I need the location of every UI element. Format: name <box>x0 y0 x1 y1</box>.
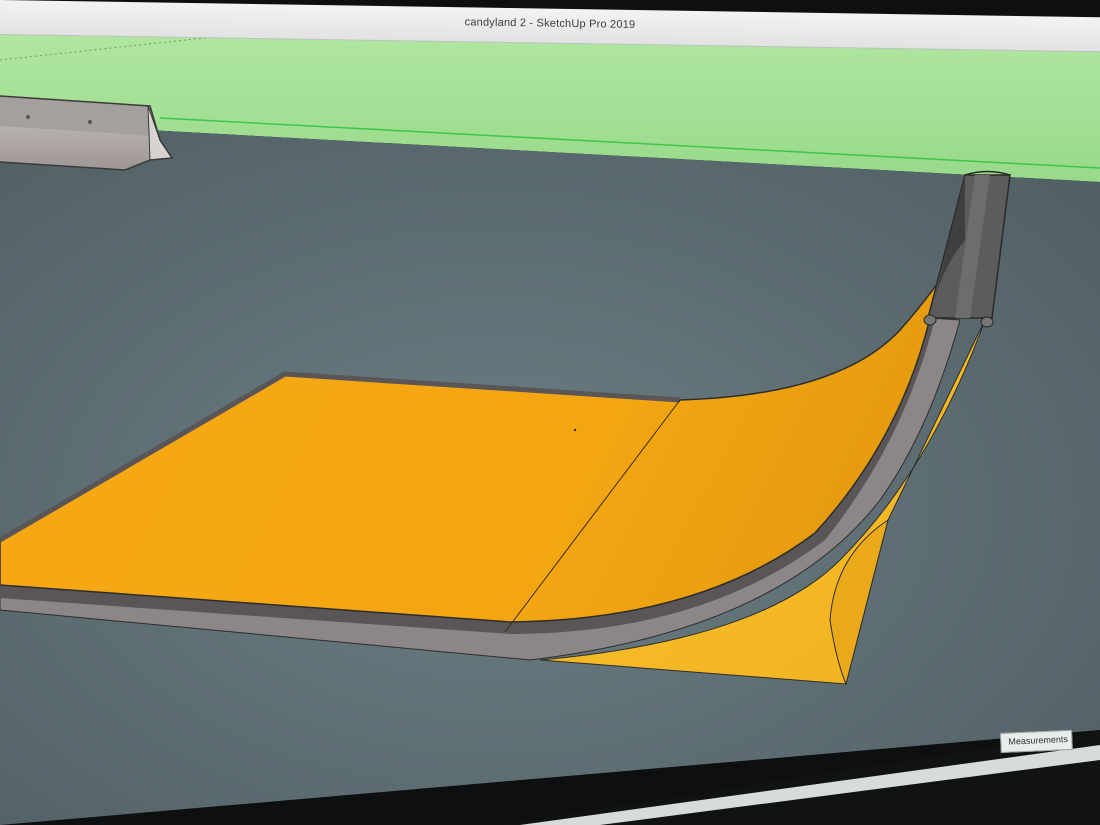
jersey-barrier-model[interactable] <box>0 95 174 171</box>
measurements-label: Measurements <box>1008 734 1069 747</box>
measurements-box[interactable]: Measurements <box>1000 729 1073 753</box>
3d-viewport[interactable] <box>0 0 1100 825</box>
sketchup-window: candyland 2 - SketchUp Pro 2019 Measurem… <box>0 0 1100 825</box>
